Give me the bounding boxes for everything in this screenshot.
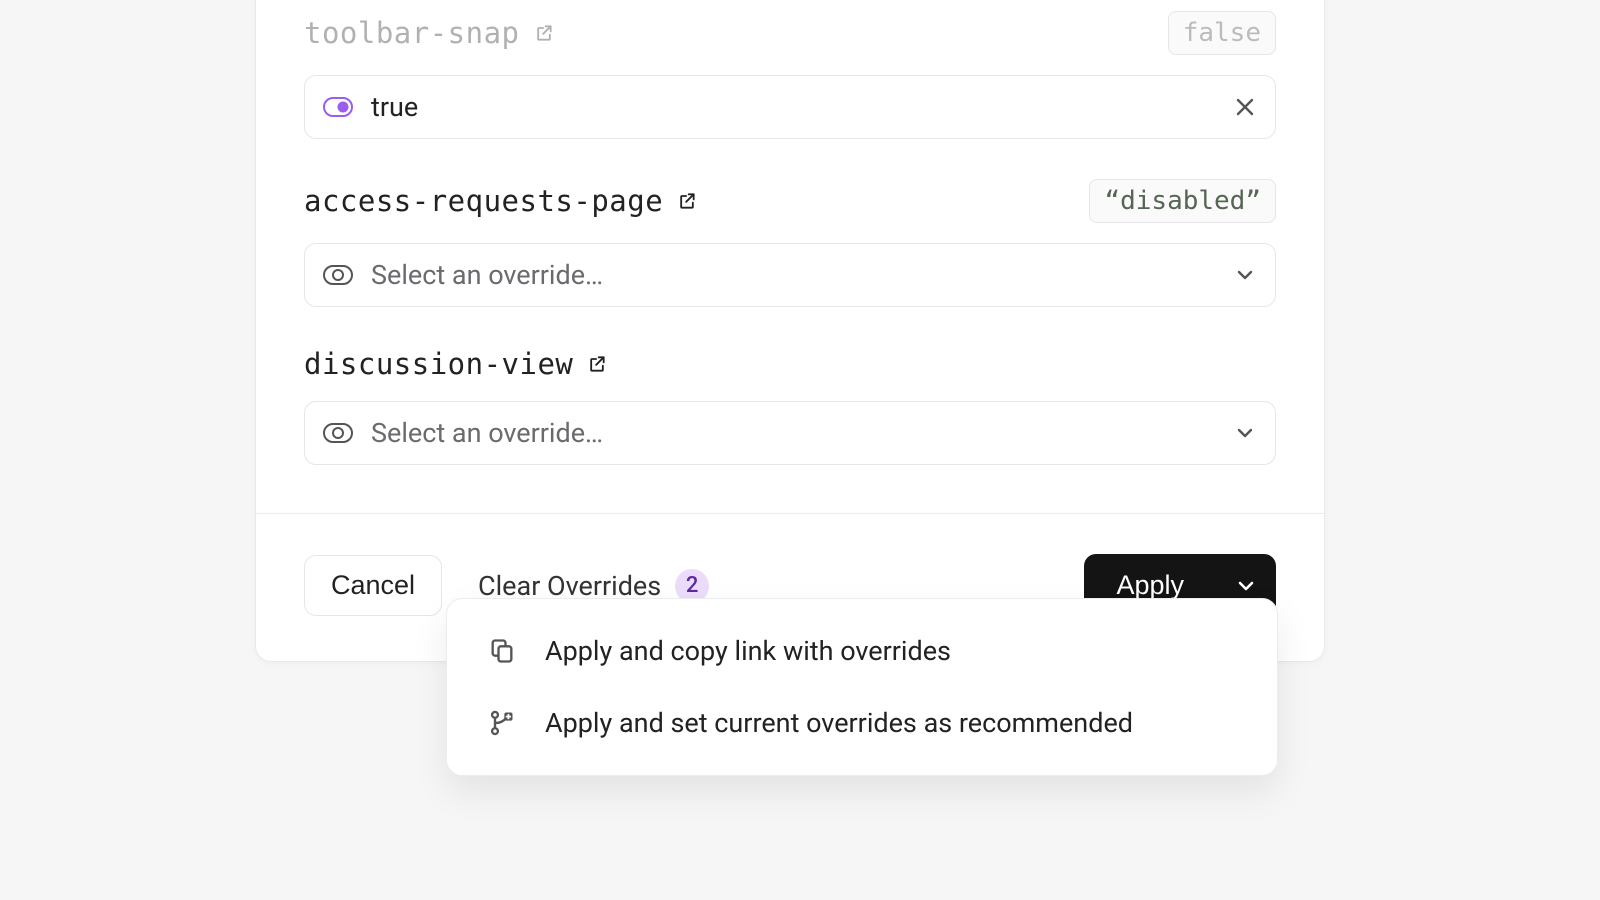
flag-head: access-requests-page “disabled” [304, 179, 1276, 223]
menu-item-label: Apply and copy link with overrides [545, 635, 951, 667]
flag-block-discussion-view: discussion-view Select an override… [304, 347, 1276, 465]
flag-name: access-requests-page [304, 184, 663, 218]
cancel-button[interactable]: Cancel [304, 555, 442, 616]
apply-dropdown-menu: Apply and copy link with overrides Apply… [446, 598, 1278, 776]
external-link-icon[interactable] [534, 23, 554, 43]
override-placeholder: Select an override… [371, 259, 603, 291]
flag-head: toolbar-snap false [304, 11, 1276, 55]
override-selector[interactable]: Select an override… [304, 401, 1276, 465]
overrides-panel: toolbar-snap false true acc [255, 0, 1325, 662]
flag-block-toolbar-snap: toolbar-snap false true [304, 11, 1276, 139]
chevron-down-icon[interactable] [1233, 421, 1257, 445]
flag-name: toolbar-snap [304, 16, 520, 50]
override-value: true [371, 91, 418, 123]
external-link-icon[interactable] [587, 354, 607, 374]
branch-plus-icon [485, 709, 519, 737]
chevron-down-icon[interactable] [1233, 263, 1257, 287]
clear-overrides-label: Clear Overrides [478, 570, 661, 602]
override-selector[interactable]: true [304, 75, 1276, 139]
toggle-off-icon [323, 264, 353, 286]
clear-override-icon[interactable] [1233, 95, 1257, 119]
copy-icon [485, 637, 519, 665]
flag-name: discussion-view [304, 347, 573, 381]
menu-item-label: Apply and set current overrides as recom… [545, 707, 1133, 739]
override-placeholder: Select an override… [371, 417, 603, 449]
panel-body: toolbar-snap false true acc [256, 11, 1324, 465]
toggle-on-icon [323, 96, 353, 118]
external-link-icon[interactable] [677, 191, 697, 211]
menu-item-apply-set-recommended[interactable]: Apply and set current overrides as recom… [447, 687, 1277, 759]
flag-current-badge: “disabled” [1089, 179, 1276, 223]
menu-item-apply-copy-link[interactable]: Apply and copy link with overrides [447, 615, 1277, 687]
flag-head: discussion-view [304, 347, 1276, 381]
override-selector[interactable]: Select an override… [304, 243, 1276, 307]
toggle-off-icon [323, 422, 353, 444]
flag-block-access-requests-page: access-requests-page “disabled” Select a… [304, 179, 1276, 307]
flag-current-badge: false [1168, 11, 1276, 55]
